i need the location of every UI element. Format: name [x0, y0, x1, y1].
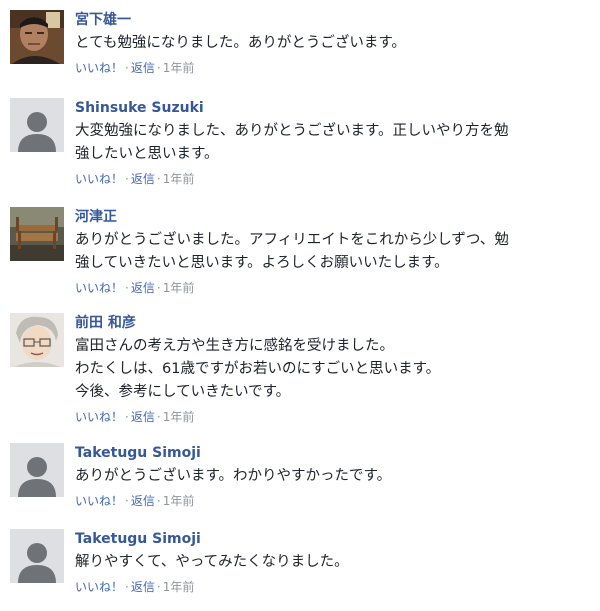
- separator-dot: ·: [125, 281, 129, 295]
- avatar[interactable]: [10, 313, 64, 367]
- separator-dot: ·: [156, 172, 161, 186]
- avatar[interactable]: [10, 10, 64, 64]
- comment-text: 富田さんの考え方や生き方に感銘を受けました。 わたくしは、61歳ですがお若いのに…: [75, 335, 590, 404]
- avatar[interactable]: [10, 529, 64, 583]
- avatar[interactable]: [10, 443, 64, 497]
- comment-text: ありがとうございました。アフィリエイトをこれから少しずつ、勉 強していきたいと思…: [75, 229, 590, 275]
- reply-link[interactable]: 返信: [131, 61, 155, 75]
- comment-meta: いいね！ · 返信 · 1年前: [75, 280, 590, 296]
- comment-text: とても勉強になりました。ありがとうございます。: [75, 32, 590, 55]
- separator-dot: ·: [156, 580, 161, 594]
- comment-text: 大変勉強になりました、ありがとうございます。正しいやり方を勉 強したいと思います…: [75, 120, 590, 166]
- default-avatar-icon: [10, 529, 64, 583]
- comment-author[interactable]: Taketugu Simoji: [75, 529, 590, 549]
- comment-meta: いいね！ · 返信 · 1年前: [75, 493, 590, 509]
- profile-photo-icon: [10, 207, 64, 261]
- comment-timestamp: 1年前: [162, 172, 195, 186]
- like-link[interactable]: いいね！: [75, 494, 123, 508]
- like-link[interactable]: いいね！: [75, 172, 123, 186]
- comment-text-line: 強していきたいと思います。よろしくお願いいたします。: [75, 255, 449, 271]
- separator-dot: ·: [156, 494, 161, 508]
- comment-text-line: 大変勉強になりました、ありがとうございます。正しいやり方を勉: [75, 123, 509, 139]
- avatar[interactable]: [10, 207, 64, 261]
- avatar[interactable]: [10, 98, 64, 152]
- comment-meta: いいね！ · 返信 · 1年前: [75, 60, 590, 76]
- comment-text-line: 解りやすくて、やってみたくなりました。: [75, 554, 349, 570]
- comment-text: ありがとうございます。わかりやすかったです。: [75, 465, 590, 488]
- comment-meta: いいね！ · 返信 · 1年前: [75, 409, 590, 425]
- comment-text-line: わたくしは、61歳ですがお若いのにすごいと思います。: [75, 361, 441, 377]
- separator-dot: ·: [156, 281, 161, 295]
- default-avatar-icon: [10, 98, 64, 152]
- comment-meta: いいね！ · 返信 · 1年前: [75, 579, 590, 595]
- comment-text-line: 富田さんの考え方や生き方に感銘を受けました。: [75, 338, 394, 354]
- reply-link[interactable]: 返信: [131, 172, 155, 186]
- separator-dot: ·: [156, 410, 161, 424]
- separator-dot: ·: [125, 61, 129, 75]
- comment-timestamp: 1年前: [162, 61, 195, 75]
- comment-author[interactable]: 河津正: [75, 207, 590, 227]
- default-avatar-icon: [10, 443, 64, 497]
- comment-text-line: 強したいと思います。: [75, 146, 219, 162]
- comment-text-line: とても勉強になりました。ありがとうございます。: [75, 35, 406, 51]
- comment-text-line: 今後、参考にしていきたいです。: [75, 384, 291, 400]
- comment-author[interactable]: 前田 和彦: [75, 313, 590, 333]
- separator-dot: ·: [125, 410, 129, 424]
- comment-timestamp: 1年前: [162, 410, 195, 424]
- like-link[interactable]: いいね！: [75, 61, 123, 75]
- like-link[interactable]: いいね！: [75, 580, 123, 594]
- comment-author[interactable]: Taketugu Simoji: [75, 443, 590, 463]
- profile-photo-icon: [10, 10, 64, 64]
- comment-author[interactable]: Shinsuke Suzuki: [75, 98, 590, 118]
- profile-illustration-icon: [10, 313, 64, 367]
- separator-dot: ·: [125, 172, 129, 186]
- comment-timestamp: 1年前: [162, 281, 195, 295]
- reply-link[interactable]: 返信: [131, 494, 155, 508]
- separator-dot: ·: [125, 494, 129, 508]
- comment-author[interactable]: 宮下雄一: [75, 10, 590, 30]
- like-link[interactable]: いいね！: [75, 281, 123, 295]
- reply-link[interactable]: 返信: [131, 281, 155, 295]
- like-link[interactable]: いいね！: [75, 410, 123, 424]
- reply-link[interactable]: 返信: [131, 580, 155, 594]
- comment-text-line: ありがとうございました。アフィリエイトをこれから少しずつ、勉: [75, 232, 509, 248]
- comment-text: 解りやすくて、やってみたくなりました。: [75, 551, 590, 574]
- comment-text-line: ありがとうございます。わかりやすかったです。: [75, 468, 392, 484]
- separator-dot: ·: [125, 580, 129, 594]
- comment-timestamp: 1年前: [162, 580, 195, 594]
- comment-meta: いいね！ · 返信 · 1年前: [75, 171, 590, 187]
- comment-timestamp: 1年前: [162, 494, 195, 508]
- reply-link[interactable]: 返信: [131, 410, 155, 424]
- separator-dot: ·: [156, 61, 161, 75]
